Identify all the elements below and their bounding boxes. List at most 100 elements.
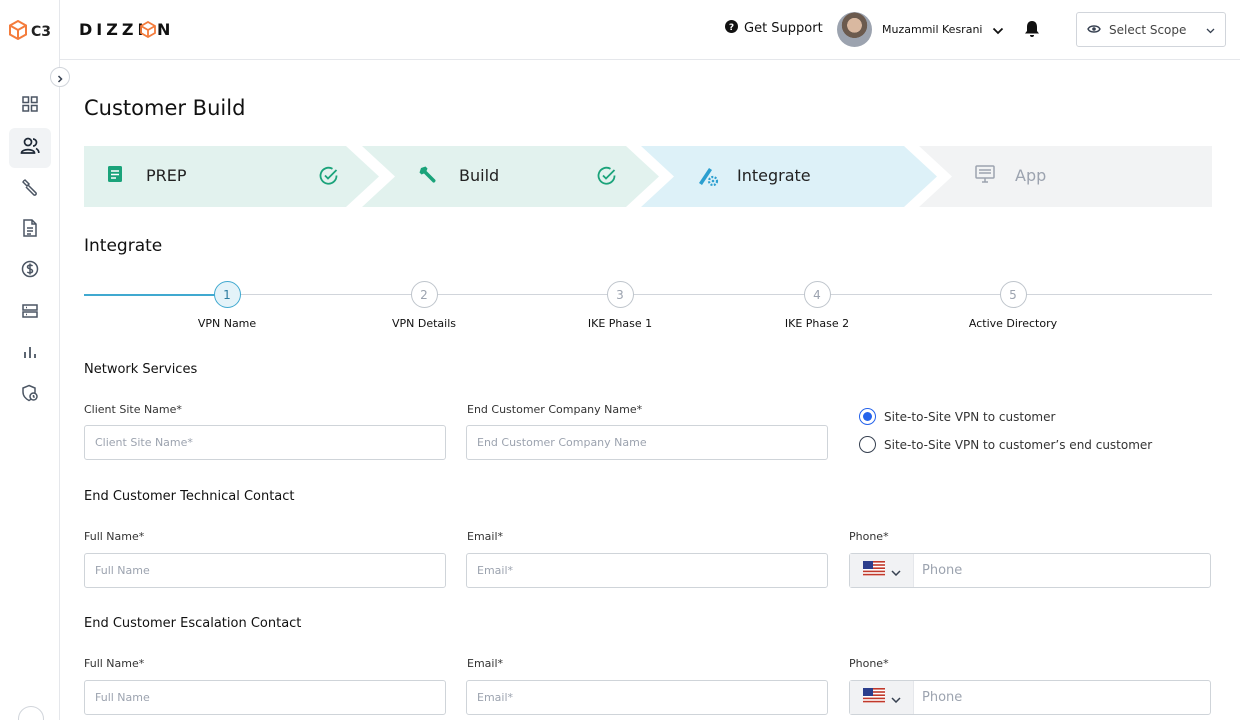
substep-number: 2 (410, 281, 438, 308)
substep-label: IKE Phase 1 (587, 317, 653, 330)
check-circle-icon (597, 166, 617, 190)
section-title: Integrate (84, 236, 163, 256)
monitor-icon (975, 165, 995, 187)
chevron-down-icon (890, 688, 901, 707)
substep-active-directory[interactable]: 5 Active Directory (943, 281, 1083, 330)
substep-number: 4 (803, 281, 831, 308)
stage-integrate-label: Integrate (737, 166, 811, 185)
stage-prep[interactable]: PREP (84, 146, 379, 207)
country-code-select[interactable] (850, 681, 914, 714)
tech-phone-input[interactable] (914, 554, 1210, 587)
client-site-input[interactable] (84, 425, 446, 460)
rail-bottom-button[interactable] (18, 706, 44, 720)
wrench-icon (418, 165, 438, 189)
stage-app[interactable]: App (919, 146, 1212, 207)
us-flag-icon (862, 688, 885, 707)
check-circle-icon (319, 166, 339, 190)
svg-text:?: ? (729, 23, 734, 33)
server-icon (21, 303, 39, 323)
chevron-down-icon (1206, 23, 1215, 37)
substep-label: Active Directory (968, 317, 1058, 330)
gear-pen-icon (697, 165, 719, 191)
tech-full-name-input[interactable] (84, 553, 446, 588)
app-logo[interactable]: C3 (8, 19, 52, 44)
vpn-option-label: Site-to-Site VPN to customer (884, 409, 1056, 424)
scope-select[interactable]: Select Scope (1076, 12, 1226, 47)
bar-chart-icon (22, 344, 38, 364)
chevron-down-icon (992, 20, 1004, 39)
end-company-input[interactable] (466, 425, 828, 460)
us-flag-icon (862, 561, 885, 580)
brand-logo[interactable]: DIZZI N (79, 20, 178, 39)
substep-ike-phase-1[interactable]: 3 IKE Phase 1 (550, 281, 690, 330)
tech-phone-label: Phone* (849, 530, 889, 543)
document-icon (22, 219, 38, 241)
stage-build-label: Build (459, 166, 500, 185)
bell-icon (1024, 21, 1040, 42)
sidebar-item-documents[interactable] (9, 210, 51, 250)
sidebar: C3 (0, 0, 60, 720)
escalation-contact-title: End Customer Escalation Contact (84, 616, 302, 631)
end-company-label: End Customer Company Name* (467, 403, 643, 416)
brand-name: DIZZI N (79, 20, 175, 39)
avatar (837, 12, 872, 47)
notifications-button[interactable] (1024, 20, 1040, 42)
esc-phone-label: Phone* (849, 657, 889, 670)
stage-app-label: App (1015, 166, 1047, 185)
vpn-option-label: Site-to-Site VPN to customer’s end custo… (884, 437, 1153, 452)
country-code-select[interactable] (850, 554, 914, 587)
radio-button-checked[interactable] (859, 408, 876, 425)
get-support-link[interactable]: ? Get Support (725, 20, 823, 37)
substep-ike-phase-2[interactable]: 4 IKE Phase 2 (747, 281, 887, 330)
network-services-title: Network Services (84, 362, 198, 377)
substep-vpn-details[interactable]: 2 VPN Details (354, 281, 494, 330)
substep-number: 1 (213, 281, 241, 308)
sidebar-item-tools[interactable] (9, 169, 51, 209)
user-name: Muzammil Kesrani (882, 23, 983, 36)
help-circle-icon: ? (725, 20, 738, 37)
build-stage-stepper: PREP Build Integrate App (84, 146, 1212, 207)
document-icon (107, 165, 123, 187)
sidebar-item-billing[interactable] (9, 251, 51, 291)
radio-button[interactable] (859, 436, 876, 453)
vpn-option-customer[interactable]: Site-to-Site VPN to customer (859, 408, 1055, 425)
tech-email-label: Email* (467, 530, 504, 543)
substep-vpn-name[interactable]: 1 VPN Name (157, 281, 297, 330)
integrate-substep-progress: 1 VPN Name 2 VPN Details 3 IKE Phase 1 4… (84, 281, 1212, 341)
cube-logo-icon (8, 19, 28, 44)
dollar-icon (21, 260, 39, 282)
wrench-icon (21, 178, 39, 200)
sidebar-item-servers[interactable] (9, 293, 51, 333)
tech-full-name-label: Full Name* (84, 530, 145, 543)
esc-full-name-input[interactable] (84, 680, 446, 715)
esc-email-input[interactable] (466, 680, 828, 715)
substep-number: 3 (606, 281, 634, 308)
sidebar-item-customers[interactable] (9, 128, 51, 168)
stage-integrate[interactable]: Integrate (641, 146, 937, 207)
sidebar-item-reports[interactable] (9, 334, 51, 374)
technical-contact-title: End Customer Technical Contact (84, 489, 295, 504)
clock-shield-icon (21, 384, 39, 406)
substep-number: 5 (999, 281, 1027, 308)
chevron-right-icon (56, 68, 64, 87)
top-bar: DIZZI N ? Get Support Muzammil Kesrani S… (60, 0, 1240, 60)
get-support-label: Get Support (744, 21, 823, 36)
app-logo-text: C3 (31, 24, 52, 40)
eye-icon (1087, 23, 1101, 37)
sidebar-collapse-toggle[interactable] (50, 67, 70, 87)
vpn-option-end-customer[interactable]: Site-to-Site VPN to customer’s end custo… (859, 436, 1152, 453)
grid-icon (21, 95, 39, 117)
substep-label: VPN Details (391, 317, 457, 330)
sidebar-item-dashboard[interactable] (9, 86, 51, 126)
esc-phone-input[interactable] (914, 681, 1210, 714)
stage-build[interactable]: Build (362, 146, 659, 207)
tech-email-input[interactable] (466, 553, 828, 588)
chevron-down-icon (890, 561, 901, 580)
sidebar-item-history[interactable] (9, 375, 51, 415)
cube-icon (140, 21, 157, 38)
substep-label: IKE Phase 2 (784, 317, 850, 330)
scope-select-label: Select Scope (1109, 22, 1187, 37)
user-menu[interactable]: Muzammil Kesrani (837, 12, 1004, 47)
users-icon (20, 137, 40, 159)
esc-phone-field (849, 680, 1211, 715)
